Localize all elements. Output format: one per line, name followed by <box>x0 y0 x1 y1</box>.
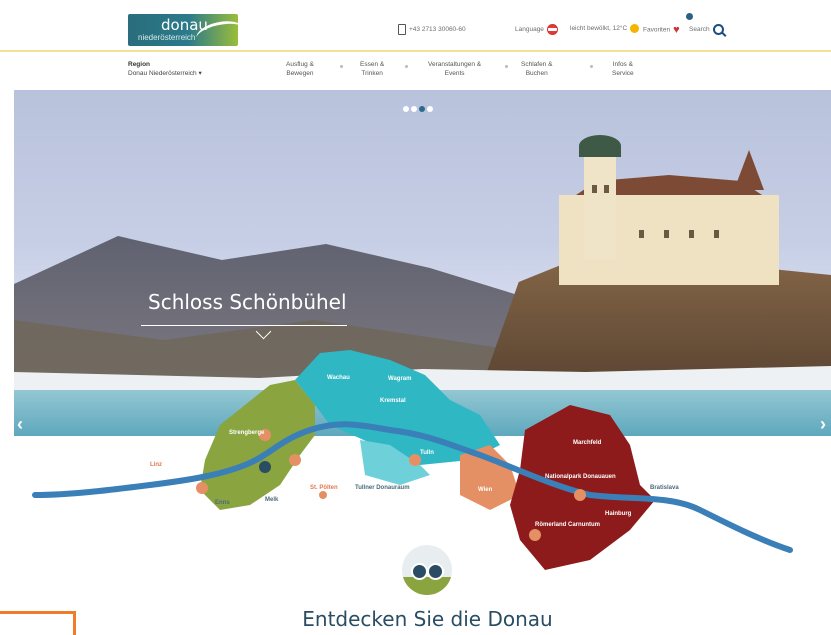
sun-icon <box>630 24 640 33</box>
binoculars-lens-right <box>427 563 444 580</box>
slider-dot[interactable] <box>411 106 417 112</box>
region-selector[interactable]: Region Donau Niederösterreich ▾ <box>128 60 202 78</box>
map-label-strengberge[interactable]: Strengberge <box>229 430 264 436</box>
region-value: Donau Niederösterreich <box>128 70 197 77</box>
search-label: Search <box>689 26 710 34</box>
nav-item-veranstaltungen[interactable]: Veranstaltungen & Events <box>428 60 481 78</box>
hero-caption: Schloss Schönbühel <box>148 290 347 314</box>
map-region-green <box>200 380 315 510</box>
map-label-wachau[interactable]: Wachau <box>327 375 350 381</box>
nav-item-line2: Trinken <box>361 70 383 77</box>
phone-number: +43 2713 30060-60 <box>409 26 466 34</box>
castle-window <box>664 230 669 238</box>
map-label-bratislava[interactable]: Bratislava <box>650 485 679 491</box>
castle-dome <box>579 135 621 157</box>
favorites-label: Favoriten <box>643 26 671 34</box>
nav-item-ausflug[interactable]: Ausflug & Bewegen <box>286 60 314 78</box>
phone-icon <box>398 24 406 35</box>
map-label-kremstal[interactable]: Kremstal <box>380 398 406 404</box>
chevron-down-icon: ▾ <box>198 70 202 77</box>
language-selector[interactable]: Language <box>515 24 558 35</box>
favorites-count-badge <box>686 13 693 20</box>
section-headline: Entdecken Sie die Donau <box>302 607 553 631</box>
binoculars-ground <box>402 577 452 595</box>
map-marker <box>289 454 301 466</box>
top-bar: donau niederösterreich +43 2713 30060-60… <box>0 0 831 52</box>
map-marker <box>196 482 208 494</box>
castle-tower <box>584 150 616 260</box>
heart-icon: ♥ <box>673 24 680 36</box>
weather-text: leicht bewölkt, 12°C <box>570 25 628 33</box>
map-label-tulln[interactable]: Tulln <box>420 450 434 456</box>
castle-window <box>639 230 644 238</box>
nav-item-line1: Veranstaltungen & <box>428 61 482 68</box>
map-label-nibelungengau[interactable]: Nibelungengau <box>230 512 273 518</box>
map-label-st-poelten[interactable]: St. Pölten <box>310 485 338 491</box>
map-label-marchfeld[interactable]: Marchfeld <box>573 440 601 446</box>
nav-item-line2: Bewegen <box>286 70 314 77</box>
nav-item-schlafen[interactable]: Schlafen & Buchen <box>521 60 552 78</box>
map-label-tullner-donauraum[interactable]: Tullner Donauraum <box>355 485 410 491</box>
slider-dot-active[interactable] <box>419 106 425 112</box>
nav-item-infos[interactable]: Infos & Service <box>612 60 634 78</box>
castle-window <box>592 185 597 193</box>
nav-item-essen[interactable]: Essen & Trinken <box>360 60 384 78</box>
map-marker <box>319 491 327 499</box>
castle-image <box>529 135 789 285</box>
slider-dot[interactable] <box>427 106 433 112</box>
map-label-nationalpark[interactable]: Nationalpark Donauauen <box>545 474 616 480</box>
caption-underline <box>141 325 347 338</box>
map-label-wagram[interactable]: Wagram <box>388 376 411 382</box>
search-icon <box>712 24 724 35</box>
nav-item-line1: Schlafen & <box>521 61 553 68</box>
nav-item-line2: Events <box>444 70 465 77</box>
map-label-wien[interactable]: Wien <box>478 487 492 493</box>
favorites-link[interactable]: Favoriten ♥ <box>643 24 680 36</box>
map-label-enns[interactable]: Enns <box>215 500 230 506</box>
nav-separator <box>590 65 593 68</box>
nav-item-line1: Essen & <box>360 61 385 68</box>
phone-link[interactable]: +43 2713 30060-60 <box>398 24 466 35</box>
binoculars-icon <box>402 545 452 595</box>
map-label-hainburg[interactable]: Hainburg <box>605 511 631 517</box>
map-marker <box>529 529 541 541</box>
map-label-linz[interactable]: Linz <box>150 462 162 468</box>
binoculars-lens-left <box>411 563 428 580</box>
weather-widget[interactable]: leicht bewölkt, 12°C <box>570 24 640 33</box>
slider-next-arrow-icon[interactable]: › <box>820 414 826 435</box>
language-label: Language <box>515 26 544 34</box>
nav-item-line1: Ausflug & <box>286 61 314 68</box>
site-logo[interactable]: donau niederösterreich <box>128 14 238 46</box>
nav-separator <box>505 65 508 68</box>
map-label-krems[interactable]: Krems <box>338 447 357 453</box>
castle-spire <box>734 150 764 190</box>
nav-item-line1: Infos & <box>612 61 633 68</box>
search-button[interactable]: Search <box>689 24 724 35</box>
nav-item-line2: Buchen <box>525 70 548 77</box>
map-label-roemerland[interactable]: Römerland Carnuntum <box>535 522 600 528</box>
slider-dot[interactable] <box>403 106 409 112</box>
castle-window <box>689 230 694 238</box>
map-label-melk[interactable]: Melk <box>265 497 278 503</box>
slider-prev-arrow-icon[interactable]: ‹ <box>17 414 23 435</box>
map-marker <box>574 489 586 501</box>
orange-corner-frame <box>0 611 76 635</box>
nav-separator <box>340 65 343 68</box>
map-region-teal <box>295 350 500 465</box>
main-nav: Region Donau Niederösterreich ▾ Ausflug … <box>0 52 831 90</box>
austria-flag-icon <box>546 24 558 35</box>
map-region-red <box>510 405 655 570</box>
map-marker <box>259 461 271 473</box>
map-region-orange <box>460 445 520 510</box>
nav-separator <box>405 65 408 68</box>
slider-pagination <box>403 99 435 117</box>
logo-subtitle: niederösterreich <box>138 33 196 42</box>
castle-window <box>604 185 609 193</box>
castle-window <box>714 230 719 238</box>
nav-item-line2: Service <box>612 70 634 77</box>
region-label: Region <box>128 61 151 68</box>
